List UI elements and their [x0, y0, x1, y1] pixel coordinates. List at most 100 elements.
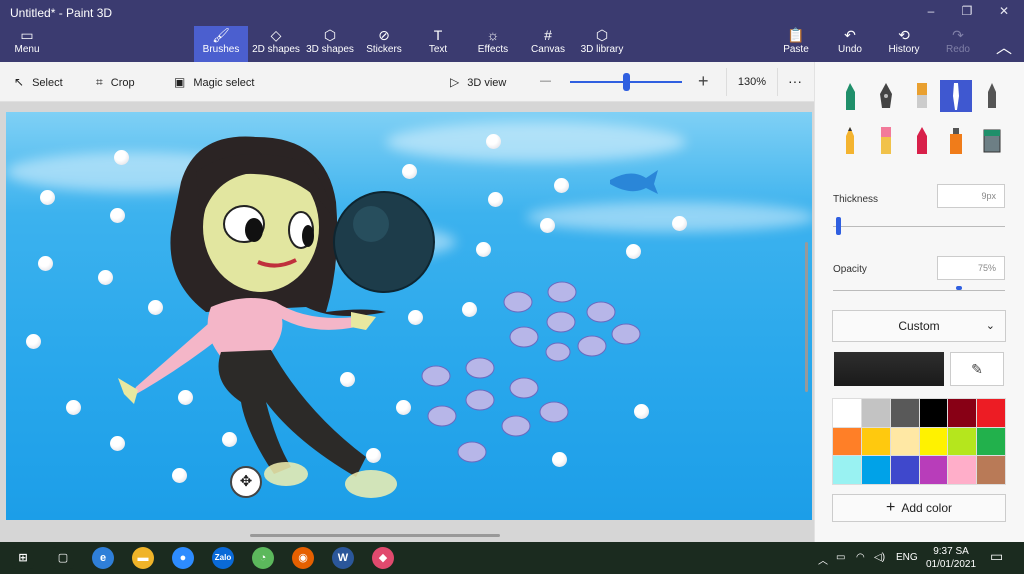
3d-view-toggle[interactable]: ▷ 3D view — [450, 75, 506, 89]
pixel-pen-brush[interactable] — [976, 80, 1008, 112]
color-swatch[interactable] — [890, 427, 919, 456]
drawing-canvas[interactable]: ✥ — [6, 112, 812, 520]
firefox-icon[interactable]: ◉ — [292, 547, 314, 569]
color-swatch[interactable] — [861, 456, 890, 484]
color-swatch[interactable] — [833, 427, 861, 456]
menu-label: Menu — [14, 44, 40, 55]
color-swatch[interactable] — [919, 456, 948, 484]
history-button[interactable]: ⟲ History — [886, 26, 922, 62]
eyedropper-button[interactable]: ✎ — [950, 352, 1004, 386]
file-explorer-icon[interactable]: ▬ — [132, 547, 154, 569]
edge-browser-icon[interactable]: e — [92, 547, 114, 569]
thickness-label: Thickness — [833, 194, 879, 205]
color-swatch[interactable] — [861, 427, 890, 456]
spray-can-brush[interactable] — [940, 124, 972, 156]
tool-effects[interactable]: ☼ Effects — [470, 26, 516, 62]
canvas-icon: # — [544, 27, 552, 43]
marker-icon — [846, 83, 855, 110]
task-view-icon[interactable]: ▢ — [52, 547, 74, 569]
redo-button[interactable]: ↷ Redo — [944, 26, 972, 62]
network-icon[interactable]: ▭ — [836, 552, 845, 563]
horizontal-scrollbar[interactable] — [250, 534, 500, 537]
pencil-brush[interactable] — [834, 124, 866, 156]
add-color-button[interactable]: + Add color — [832, 494, 1006, 522]
fill-bucket-brush[interactable] — [976, 124, 1008, 156]
volume-icon[interactable]: ◁) — [874, 552, 885, 563]
color-swatch[interactable] — [977, 427, 1005, 456]
minimize-button[interactable]: – — [913, 4, 949, 20]
green-app-icon[interactable]: ◔ — [252, 547, 274, 569]
input-language[interactable]: ENG — [896, 552, 918, 563]
dark-sphere — [333, 191, 435, 293]
color-swatch[interactable] — [833, 456, 861, 484]
tool-stickers[interactable]: ⊘ Stickers — [360, 26, 408, 62]
oil-brush[interactable] — [906, 80, 938, 112]
zoom-level[interactable]: 130% — [726, 68, 778, 96]
color-swatch[interactable] — [919, 399, 948, 427]
redo-label: Redo — [946, 44, 970, 55]
calligraphy-pen-brush[interactable] — [870, 80, 902, 112]
tool-canvas[interactable]: # Canvas — [526, 26, 570, 62]
opacity-slider-track[interactable] — [833, 290, 1005, 291]
cursor-icon: ↖ — [14, 75, 25, 89]
tool-text[interactable]: T Text — [418, 26, 458, 62]
color-swatch[interactable] — [890, 399, 919, 427]
color-swatch[interactable] — [861, 399, 890, 427]
opacity-slider-thumb[interactable] — [956, 286, 962, 290]
color-swatch[interactable] — [948, 456, 977, 484]
marker-brush[interactable] — [834, 80, 866, 112]
menu-button[interactable]: ▭ Menu — [10, 26, 44, 62]
zoom-in-button[interactable]: + — [698, 71, 709, 92]
system-clock[interactable]: 9:37 SA 01/01/2021 — [922, 545, 980, 571]
close-button[interactable]: ✕ — [986, 4, 1022, 20]
move-handle-icon[interactable]: ✥ — [230, 466, 262, 498]
paste-button[interactable]: 📋 Paste — [782, 26, 810, 62]
color-swatch[interactable] — [977, 456, 1005, 484]
word-icon[interactable]: W — [332, 547, 354, 569]
thickness-slider-thumb[interactable] — [836, 217, 841, 235]
zoom-out-button[interactable]: — — [540, 75, 551, 87]
tool-2d-shapes[interactable]: ◇ 2D shapes — [250, 26, 302, 62]
add-color-label: Add color — [901, 501, 953, 515]
action-center-icon[interactable]: ▭ — [990, 548, 1003, 565]
color-swatch[interactable] — [948, 427, 977, 456]
wifi-icon[interactable]: ◠ — [856, 552, 865, 563]
crayon-brush[interactable] — [906, 124, 938, 156]
magic-select-tool[interactable]: ▣ Magic select — [174, 75, 254, 89]
plus-icon: + — [885, 499, 896, 516]
color-swatch[interactable] — [890, 456, 919, 484]
undo-icon: ↶ — [844, 27, 856, 43]
undo-label: Undo — [838, 44, 862, 55]
spray-can-icon — [950, 128, 962, 154]
watercolor-brush[interactable] — [940, 80, 972, 112]
color-swatch[interactable] — [833, 399, 861, 427]
tool-label: Stickers — [366, 44, 402, 55]
3d-library-icon: ⬡ — [595, 27, 609, 43]
show-hidden-icons-chevron-icon[interactable]: ︿ — [818, 552, 828, 567]
windows-start-icon[interactable]: ⊞ — [12, 547, 34, 569]
color-swatch[interactable] — [919, 427, 948, 456]
zoom-meetings-icon[interactable]: ● — [172, 547, 194, 569]
thickness-input[interactable]: 9px — [937, 184, 1005, 208]
color-swatch[interactable] — [948, 399, 977, 427]
tool-3d-shapes[interactable]: ⬡ 3D shapes — [304, 26, 356, 62]
maximize-button[interactable]: ❐ — [949, 4, 985, 20]
vertical-scrollbar[interactable] — [805, 242, 808, 392]
select-tool[interactable]: ↖ Select — [14, 75, 63, 89]
crop-tool[interactable]: ⌗ Crop — [96, 75, 135, 90]
zalo-icon[interactable]: Zalo — [212, 547, 234, 569]
color-swatch[interactable] — [977, 399, 1005, 427]
selected-color-swatch[interactable] — [834, 352, 944, 386]
color-mode-dropdown[interactable]: Custom ⌄ — [832, 310, 1006, 342]
tool-label: 3D library — [580, 44, 624, 55]
zoom-slider-thumb[interactable] — [623, 73, 630, 91]
2d-shapes-icon: ◇ — [270, 27, 282, 43]
undo-button[interactable]: ↶ Undo — [836, 26, 864, 62]
more-options-button[interactable]: ··· — [788, 73, 802, 89]
paint-3d-icon[interactable]: ◆ — [372, 547, 394, 569]
eraser-brush[interactable] — [870, 124, 902, 156]
thickness-slider-track[interactable] — [833, 226, 1005, 227]
tool-3d-library[interactable]: ⬡ 3D library — [578, 26, 626, 62]
opacity-input[interactable]: 75% — [937, 256, 1005, 280]
tool-brushes[interactable]: 🖌 Brushes — [194, 26, 248, 62]
